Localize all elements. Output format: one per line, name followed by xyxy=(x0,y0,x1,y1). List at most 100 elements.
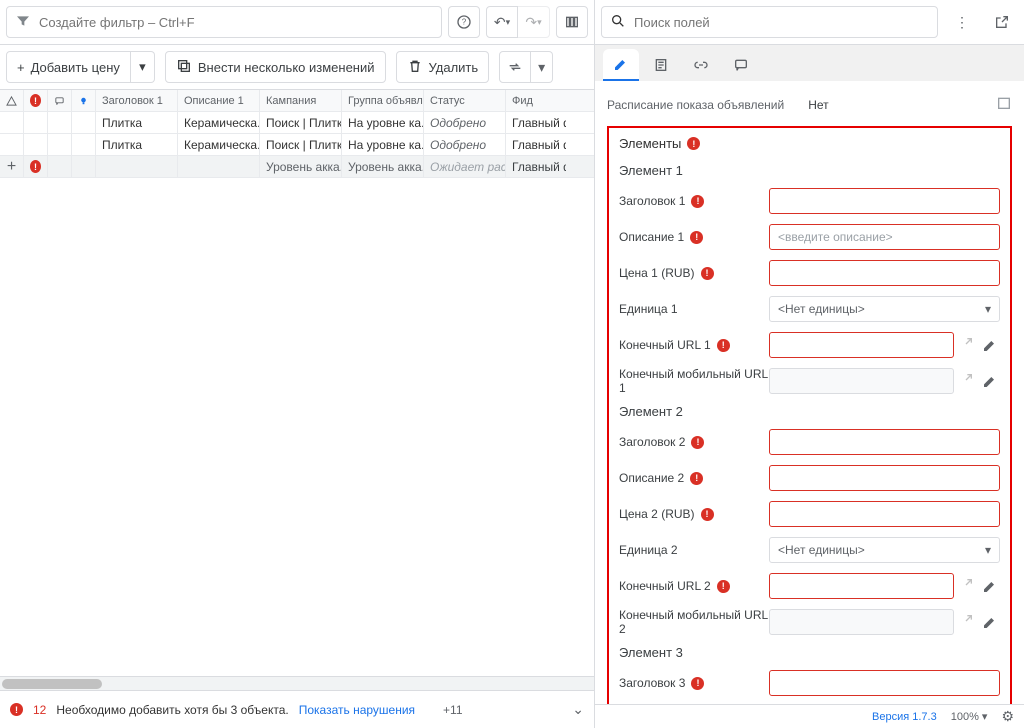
field-label: Цена 2 (RUB)! xyxy=(619,507,769,521)
tab-preview[interactable] xyxy=(643,49,679,81)
add-price-caret[interactable]: ▾ xyxy=(131,51,155,83)
more-count: +11 xyxy=(443,703,462,717)
error-icon: ! xyxy=(691,677,704,690)
url-input-disabled xyxy=(769,368,954,394)
filter-input[interactable] xyxy=(39,15,433,30)
trash-icon xyxy=(407,58,423,77)
element-header: Элемент 2 xyxy=(619,404,1000,419)
select-input[interactable]: <Нет единицы>▾ xyxy=(769,296,1000,322)
stack-icon xyxy=(176,58,192,77)
col-comment[interactable] xyxy=(48,90,72,111)
error-icon: ! xyxy=(717,580,730,593)
pencil-icon[interactable] xyxy=(980,371,1000,391)
pencil-icon[interactable] xyxy=(980,576,1000,596)
field-row: Описание 1! xyxy=(619,222,1000,252)
col-status[interactable]: Статус xyxy=(424,90,506,111)
h-scrollbar[interactable] xyxy=(0,676,594,690)
tab-link[interactable] xyxy=(683,49,719,81)
delete-button[interactable]: Удалить xyxy=(396,51,490,83)
help-button[interactable]: ? xyxy=(448,6,480,38)
col-desc1[interactable]: Описание 1 xyxy=(178,90,260,111)
text-input[interactable] xyxy=(769,670,1000,696)
col-feed[interactable]: Фид xyxy=(506,90,566,111)
field-row: Заголовок 1! xyxy=(619,186,1000,216)
field-row: Описание 2! xyxy=(619,463,1000,493)
text-input[interactable] xyxy=(769,188,1000,214)
error-icon: ! xyxy=(701,267,714,280)
summary-row[interactable]: + ! Уровень акка... Уровень акка... Ожид… xyxy=(0,156,594,178)
text-input[interactable] xyxy=(769,465,1000,491)
col-warn[interactable] xyxy=(0,90,24,111)
text-input[interactable] xyxy=(769,260,1000,286)
open-link-icon xyxy=(958,372,976,391)
url-input[interactable] xyxy=(769,332,954,358)
calendar-icon[interactable] xyxy=(996,95,1012,114)
search-input[interactable] xyxy=(634,15,929,30)
detail-tabs xyxy=(595,45,1024,81)
col-group[interactable]: Группа объявл... xyxy=(342,90,424,111)
elements-title: Элементы xyxy=(619,136,681,151)
field-row: Конечный мобильный URL 1 xyxy=(619,366,1000,396)
select-input[interactable]: <Нет единицы>▾ xyxy=(769,537,1000,563)
plus-icon[interactable]: + xyxy=(7,158,16,176)
field-label: Конечный мобильный URL 2 xyxy=(619,608,769,636)
field-label: Заголовок 3! xyxy=(619,676,769,690)
field-row: Конечный мобильный URL 2 xyxy=(619,607,1000,637)
table-row[interactable]: Плитка Керамическа... Поиск | Плитк... Н… xyxy=(0,134,594,156)
field-label: Заголовок 1! xyxy=(619,194,769,208)
error-icon: ! xyxy=(691,436,704,449)
field-label: Описание 1! xyxy=(619,230,769,244)
pencil-icon[interactable] xyxy=(980,612,1000,632)
error-icon: ! xyxy=(10,703,23,716)
text-input[interactable] xyxy=(769,224,1000,250)
add-price-button[interactable]: +Добавить цену xyxy=(6,51,131,83)
url-input[interactable] xyxy=(769,573,954,599)
field-row: Конечный URL 1! xyxy=(619,330,1000,360)
filter-icon xyxy=(15,13,31,32)
col-error[interactable]: ! xyxy=(24,90,48,111)
columns-button[interactable] xyxy=(556,6,588,38)
error-icon: ! xyxy=(687,137,700,150)
error-icon: ! xyxy=(690,231,703,244)
more-button[interactable]: ⋮ xyxy=(946,6,978,38)
table-row[interactable]: Плитка Керамическа... Поиск | Плитк... Н… xyxy=(0,112,594,134)
element-header: Элемент 1 xyxy=(619,163,1000,178)
field-row: Заголовок 3! xyxy=(619,668,1000,698)
zoom-level[interactable]: 100% ▾ xyxy=(951,710,988,723)
schedule-label: Расписание показа объявлений xyxy=(607,98,784,112)
field-label: Конечный URL 2! xyxy=(619,579,769,593)
redo-button: ↷▾ xyxy=(518,6,550,38)
error-icon: ! xyxy=(690,472,703,485)
replace-caret[interactable]: ▾ xyxy=(531,51,553,83)
schedule-value[interactable]: Нет xyxy=(808,98,996,112)
tab-edit[interactable] xyxy=(603,49,639,81)
chevron-down-icon[interactable]: ⌄ xyxy=(572,701,584,718)
error-icon: ! xyxy=(717,339,730,352)
error-icon: ! xyxy=(691,195,704,208)
open-link-icon xyxy=(958,613,976,632)
replace-button[interactable] xyxy=(499,51,531,83)
popout-button[interactable] xyxy=(986,6,1018,38)
undo-button[interactable]: ↶▾ xyxy=(486,6,518,38)
pencil-icon[interactable] xyxy=(980,335,1000,355)
version-label[interactable]: Версия 1.7.3 xyxy=(872,711,937,723)
filter-box[interactable] xyxy=(6,6,442,38)
col-campaign[interactable]: Кампания xyxy=(260,90,342,111)
field-row: Заголовок 2! xyxy=(619,427,1000,457)
field-label: Заголовок 2! xyxy=(619,435,769,449)
search-icon xyxy=(610,13,626,32)
bulk-edit-button[interactable]: Внести несколько изменений xyxy=(165,51,386,83)
error-count: 12 xyxy=(33,703,46,717)
text-input[interactable] xyxy=(769,501,1000,527)
violations-bar: ! 12 Необходимо добавить хотя бы 3 объек… xyxy=(0,690,594,728)
gear-icon[interactable]: ⚙ xyxy=(1001,708,1014,725)
text-input[interactable] xyxy=(769,429,1000,455)
field-row: Цена 1 (RUB)! xyxy=(619,258,1000,288)
field-label: Конечный URL 1! xyxy=(619,338,769,352)
col-bulb[interactable] xyxy=(72,90,96,111)
tab-comment[interactable] xyxy=(723,49,759,81)
error-icon: ! xyxy=(701,508,714,521)
show-violations-link[interactable]: Показать нарушения xyxy=(299,703,415,717)
search-box[interactable] xyxy=(601,6,938,38)
col-headline1[interactable]: Заголовок 1 xyxy=(96,90,178,111)
